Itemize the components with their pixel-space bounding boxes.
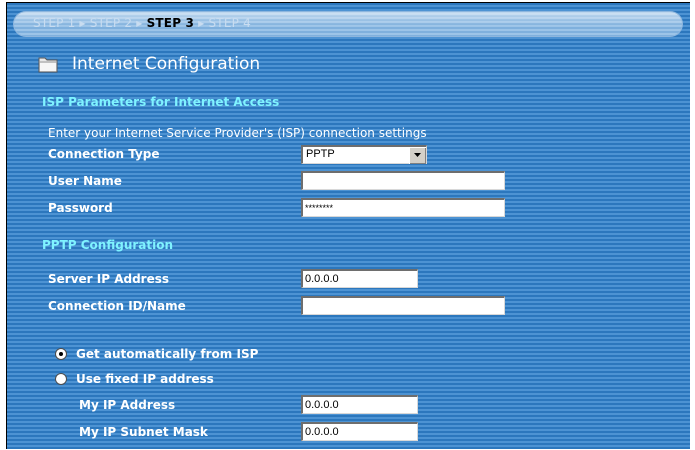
- wizard-window: STEP 1 ▶ STEP 2 ▶ STEP 3 ▶ STEP 4 Internet Con…: [6, 2, 695, 450]
- connection-type-select[interactable]: PPTP: [301, 145, 427, 164]
- step-progress-bar: STEP 1 ▶ STEP 2 ▶ STEP 3 ▶ STEP 4: [13, 11, 683, 37]
- auto-ip-radio[interactable]: [55, 348, 67, 360]
- folder-icon: [38, 55, 58, 73]
- pptp-section-heading: PPTP Configuration: [42, 238, 174, 252]
- server-ip-field[interactable]: 0.0.0.0: [301, 269, 418, 288]
- step-1: STEP 1: [33, 16, 76, 30]
- connection-type-value: PPTP: [306, 148, 335, 160]
- password-field[interactable]: ********: [301, 198, 505, 217]
- radio-selected-dot: [59, 352, 63, 356]
- step-4: STEP 4: [208, 16, 251, 30]
- fixed-ip-radio[interactable]: [55, 373, 67, 385]
- step-arrow-icon: ▶: [198, 19, 205, 28]
- connection-id-label: Connection ID/Name: [48, 299, 186, 313]
- password-label: Password: [48, 201, 113, 215]
- step-3-current: STEP 3: [146, 16, 195, 30]
- step-arrow-icon: ▶: [79, 19, 86, 28]
- user-name-field[interactable]: [301, 171, 505, 190]
- fixed-ip-label: Use fixed IP address: [76, 372, 214, 386]
- user-name-label: User Name: [48, 174, 122, 188]
- auto-ip-label: Get automatically from ISP: [76, 347, 259, 361]
- server-ip-label: Server IP Address: [48, 272, 170, 286]
- my-ip-field[interactable]: 0.0.0.0: [301, 395, 418, 414]
- wizard-panel: STEP 1 ▶ STEP 2 ▶ STEP 3 ▶ STEP 4 Internet Con…: [6, 2, 690, 449]
- subnet-mask-label: My IP Subnet Mask: [79, 425, 208, 439]
- page-title-text: Internet Configuration: [72, 54, 261, 74]
- isp-section-heading: ISP Parameters for Internet Access: [42, 95, 280, 109]
- connection-id-field[interactable]: [301, 296, 505, 315]
- step-list: STEP 1 ▶ STEP 2 ▶ STEP 3 ▶ STEP 4: [33, 16, 251, 30]
- step-2: STEP 2: [89, 16, 133, 30]
- page-title: Internet Configuration: [38, 52, 260, 76]
- subnet-mask-field[interactable]: 0.0.0.0: [301, 422, 418, 441]
- my-ip-label: My IP Address: [79, 398, 176, 412]
- step-arrow-icon: ▶: [136, 19, 143, 28]
- chevron-down-icon[interactable]: [409, 147, 426, 164]
- connection-type-label: Connection Type: [48, 147, 160, 161]
- isp-description: Enter your Internet Service Provider's (…: [48, 126, 427, 140]
